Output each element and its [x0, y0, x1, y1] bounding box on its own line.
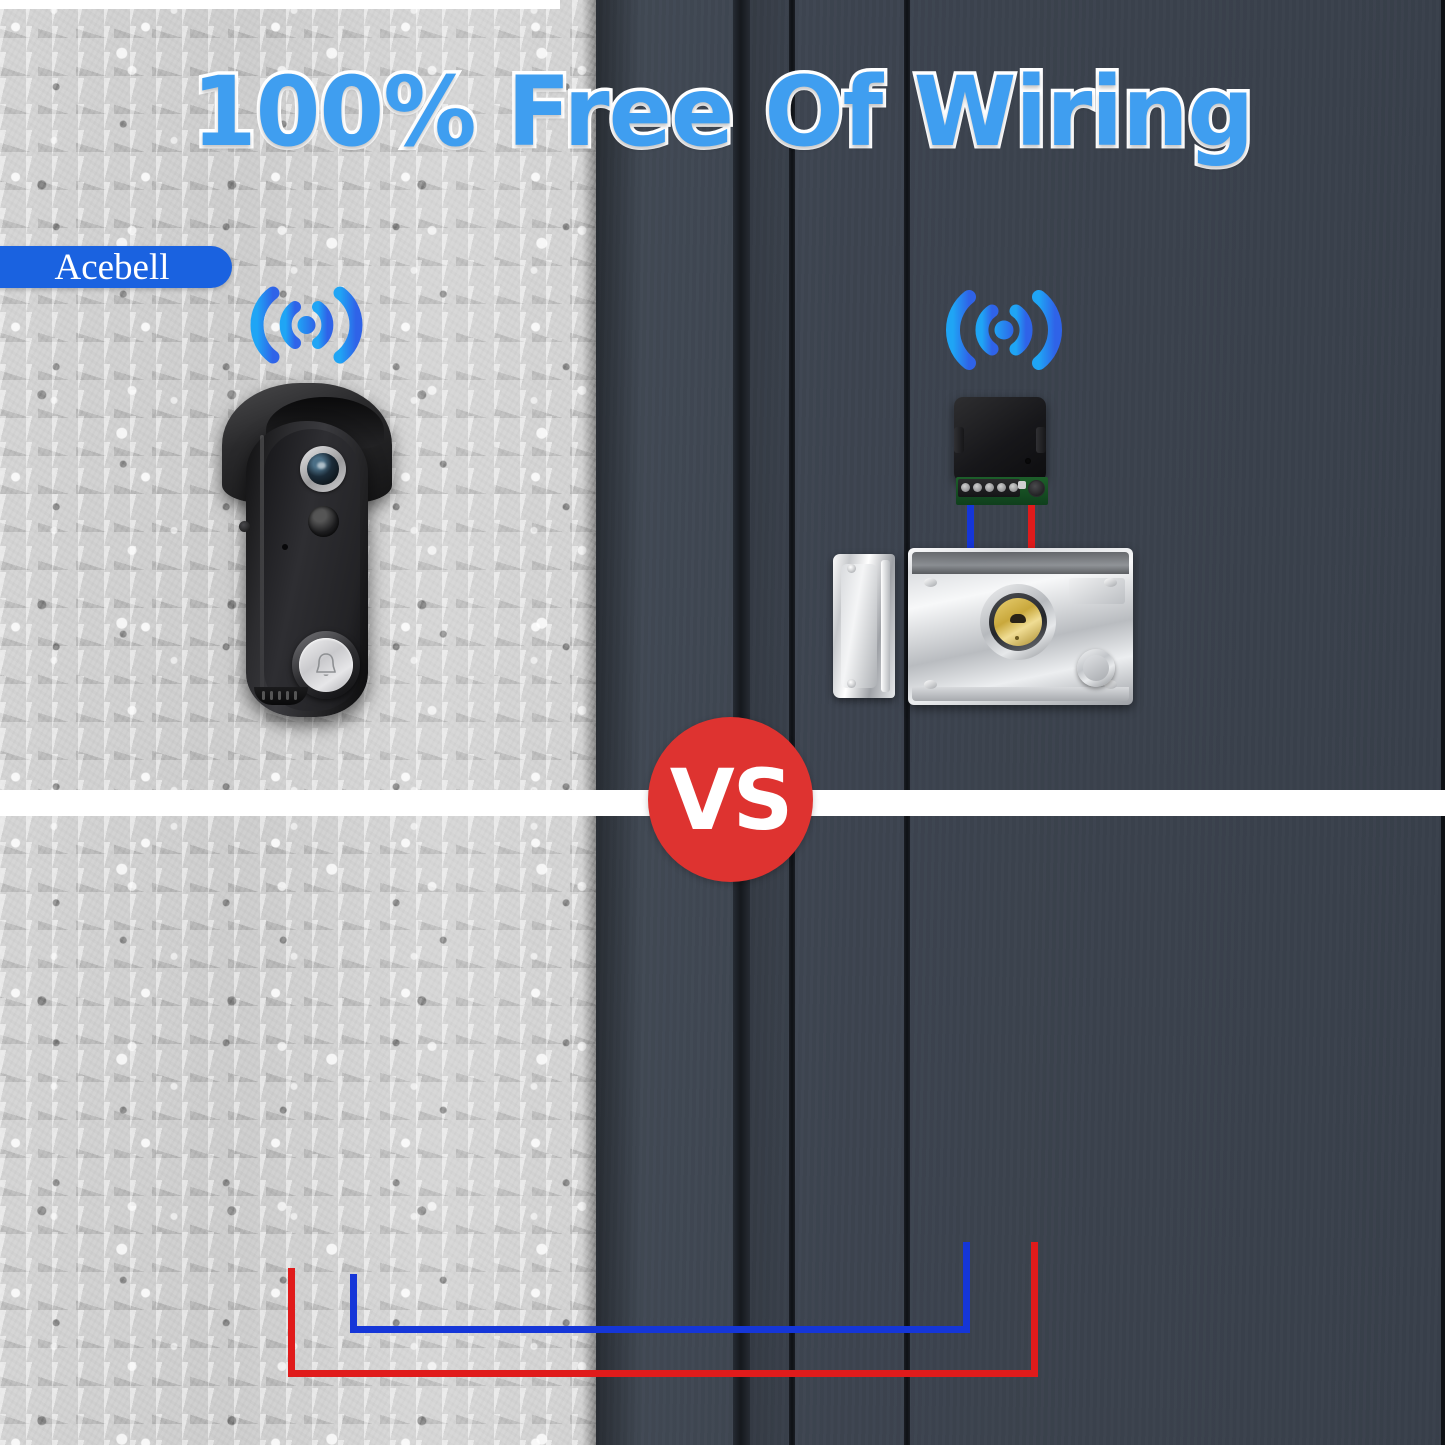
lens-glint [317, 462, 326, 469]
door-left-shadow [596, 816, 642, 1445]
lock-bottom-band [912, 687, 1129, 701]
acebell-video-doorbell [218, 383, 396, 720]
page-title: 100% Free Of Wiring [188, 56, 1257, 168]
wire-red-segment [288, 1268, 295, 1292]
lock-cylinder [980, 584, 1056, 660]
vs-badge: VS [648, 717, 813, 882]
wire-red-segment [1031, 1242, 1038, 1377]
electric-rim-lock [833, 546, 1133, 706]
knob-top [1083, 655, 1109, 681]
keyway-icon [1010, 614, 1026, 623]
product-comparison-infographic: Acebell VS 100% Free Of Wiring [0, 0, 1445, 1445]
brass-cylinder [994, 598, 1042, 646]
microphone-icon [282, 544, 288, 550]
top-white-strip [0, 0, 560, 9]
bottom-door-background [596, 816, 1445, 1445]
cylinder-pin [1015, 636, 1019, 640]
receiver-mount-tab [1036, 427, 1046, 453]
lock-top-band [912, 552, 1129, 574]
terminal-block [958, 479, 1020, 497]
door-seam-line-b [904, 816, 910, 1445]
strike-bar [881, 560, 890, 692]
wireless-receiver-module [948, 397, 1056, 512]
wall-edge-shadow [582, 816, 596, 1445]
camera-lens-icon [300, 446, 346, 492]
receiver-potentiometer[interactable] [1028, 480, 1045, 497]
wire-blue-segment [350, 1326, 970, 1333]
receiver-mount-tab [954, 427, 964, 453]
lock-strike-plate [833, 554, 895, 698]
doorbell-side-port [239, 521, 250, 532]
receiver-pcb [956, 477, 1048, 505]
door-panel-shade [750, 816, 789, 1445]
lock-knob[interactable] [1077, 649, 1115, 687]
receiver-led-icon [1025, 458, 1031, 464]
door-gap-stripe [733, 816, 750, 1445]
wifi-signal-icon [938, 282, 1070, 378]
bell-icon [316, 653, 336, 676]
lock-body [908, 548, 1133, 705]
receiver-learn-button[interactable] [1018, 481, 1026, 489]
brand-label-acebell: Acebell [0, 246, 232, 288]
wire-blue-segment [350, 1274, 357, 1332]
door-seam-line-a [789, 816, 795, 1445]
door-right-edge-line [1441, 0, 1445, 792]
wire-red-segment [288, 1370, 1038, 1377]
bell-button[interactable] [299, 638, 353, 692]
pir-sensor-icon [308, 506, 339, 537]
wire-red-segment [288, 1320, 295, 1377]
bottom-wall-background [0, 816, 596, 1445]
bottom-comparison-panel: Other [0, 816, 1445, 1445]
receiver-housing [954, 397, 1046, 482]
cylinder-collar [989, 593, 1047, 651]
doorbell-seam [260, 435, 264, 697]
camera-lens-glass [307, 453, 339, 485]
brand-label-text: Acebell [54, 246, 170, 288]
door-right-edge-line [1441, 816, 1445, 1445]
wire-blue-segment [963, 1242, 970, 1332]
wifi-signal-icon [243, 279, 370, 371]
strike-recess [841, 564, 877, 688]
vs-badge-text: VS [669, 750, 794, 849]
